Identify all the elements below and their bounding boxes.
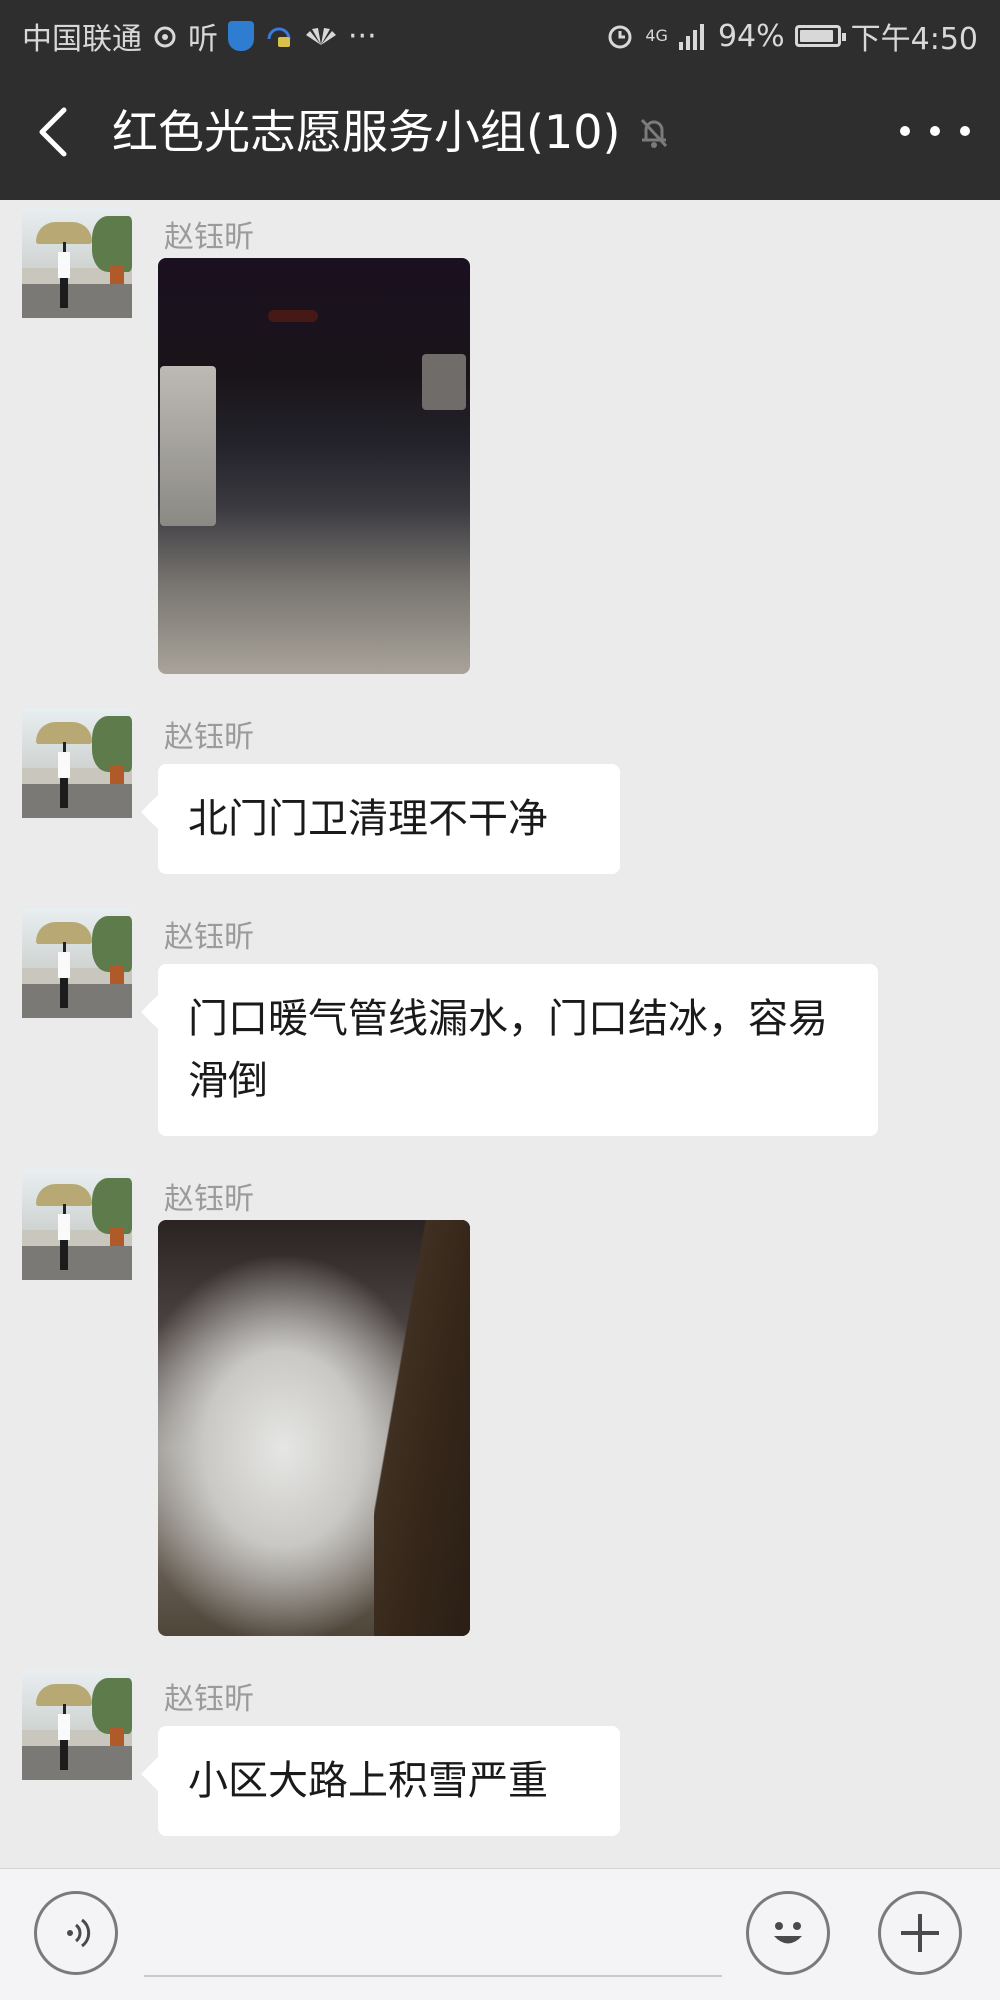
text-bubble[interactable]: 北门门卫清理不干净: [158, 764, 620, 874]
sender-name: 赵钰昕: [164, 220, 254, 255]
dot-icon: [930, 126, 940, 136]
weibo-icon: [152, 23, 178, 49]
text-bubble[interactable]: 小区大路上积雪严重: [158, 1726, 620, 1836]
battery-percent: 94%: [717, 18, 785, 54]
network-type: 4G: [645, 26, 668, 45]
avatar[interactable]: [22, 1170, 132, 1280]
muted-bell-icon: [634, 112, 674, 152]
shield-icon: [228, 21, 254, 51]
message-input[interactable]: [144, 1899, 726, 1977]
avatar[interactable]: [22, 208, 132, 318]
avatar[interactable]: [22, 1670, 132, 1780]
voice-button[interactable]: [34, 1891, 118, 1975]
more-notifications: ···: [348, 18, 377, 54]
sender-name: 赵钰昕: [164, 720, 254, 755]
image-message[interactable]: [158, 258, 470, 674]
sender-name: 赵钰昕: [164, 920, 254, 955]
emoji-button[interactable]: [746, 1891, 830, 1975]
message-list[interactable]: 赵钰昕 赵钰昕 北门门卫清理不干净 赵钰昕 门口暖气管线漏水，门口结冰，容易滑倒…: [0, 200, 1000, 1868]
alarm-icon: [605, 21, 635, 51]
more-options-button[interactable]: [900, 106, 970, 156]
more-functions-button[interactable]: [878, 1891, 962, 1975]
chat-header: 红色光志愿服务小组(10): [0, 64, 1000, 200]
sender-name: 赵钰昕: [164, 1182, 254, 1217]
carrier-label: 中国联通: [22, 22, 142, 57]
clock: 下午4:50: [850, 22, 978, 57]
avatar[interactable]: [22, 708, 132, 818]
chevron-left-icon: [39, 107, 67, 157]
text-bubble[interactable]: 门口暖气管线漏水，门口结冰，容易滑倒: [158, 964, 878, 1136]
smiley-icon: [774, 1922, 802, 1944]
dot-icon: [900, 126, 910, 136]
back-button[interactable]: [26, 100, 86, 164]
voice-icon: [67, 1918, 91, 1948]
chat-title: 红色光志愿服务小组(10): [112, 105, 621, 159]
app-text: 听: [188, 22, 218, 57]
sender-name: 赵钰昕: [164, 1682, 254, 1717]
status-bar: 中国联通 听 ··· 4G 94% 下午4:50: [0, 0, 1000, 64]
input-underline: [144, 1975, 722, 1977]
huawei-icon: [304, 25, 338, 47]
image-message[interactable]: [158, 1220, 470, 1636]
dot-icon: [960, 126, 970, 136]
plus-icon: [901, 1914, 939, 1952]
input-bar: [0, 1868, 1000, 2000]
avatar[interactable]: [22, 908, 132, 1018]
signal-icon: [678, 22, 708, 50]
headset-lock-icon: [264, 21, 294, 51]
battery-icon: [794, 25, 846, 47]
